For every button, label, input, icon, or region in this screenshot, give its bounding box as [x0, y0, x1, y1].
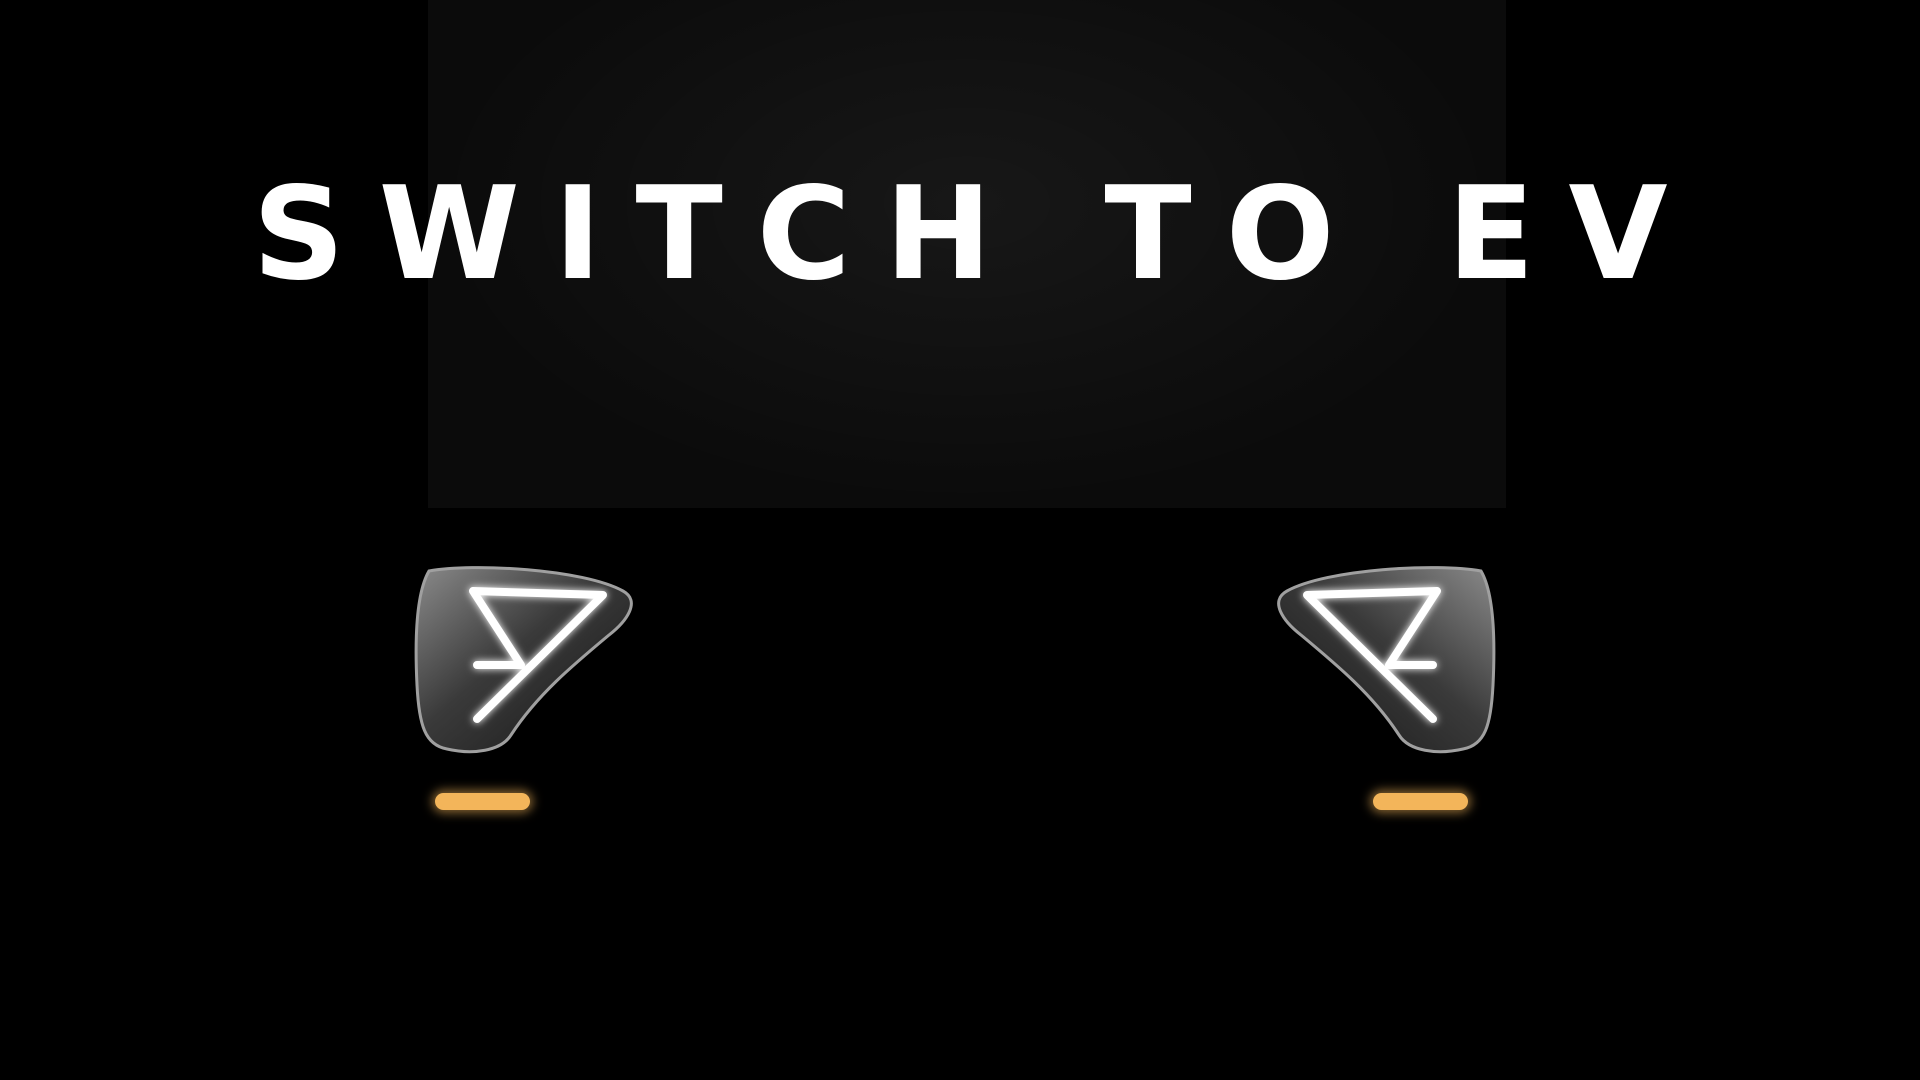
left-turn-signal: [435, 793, 530, 810]
hero-banner: SWITCH TO EV: [0, 0, 1920, 1080]
left-headlamp: [413, 565, 649, 765]
left-headlamp-graphic: [414, 566, 633, 754]
right-turn-signal: [1373, 793, 1468, 810]
right-headlamp: [1261, 565, 1497, 765]
right-headlamp-graphic: [1277, 566, 1496, 754]
headline-text: SWITCH TO EV: [252, 160, 1702, 309]
